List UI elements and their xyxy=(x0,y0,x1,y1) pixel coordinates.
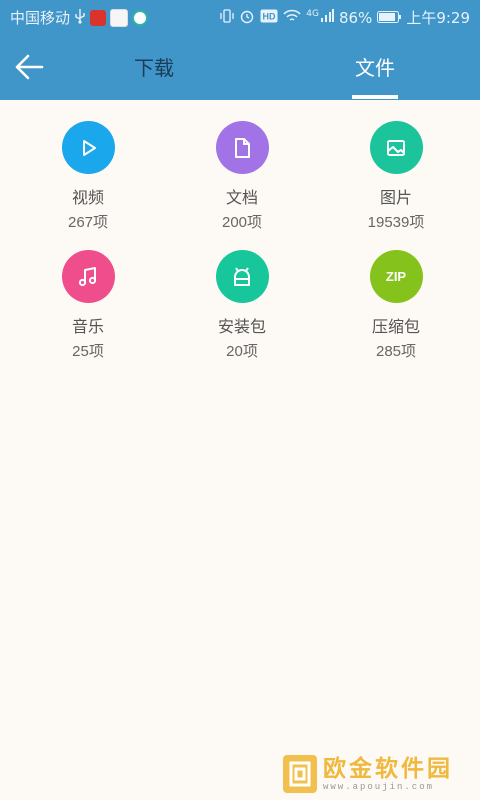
tab-download[interactable]: 下载 xyxy=(134,52,174,81)
watermark-name: 欧金软件园 xyxy=(323,756,453,782)
document-icon-circle xyxy=(215,121,269,174)
watermark: 欧金软件园 www.apoujin.com xyxy=(283,748,480,800)
usb-icon xyxy=(74,8,86,28)
category-count: 19539项 xyxy=(367,214,425,231)
zip-icon: ZIP xyxy=(385,269,407,284)
image-icon-circle xyxy=(369,121,423,174)
category-label: 压缩包 xyxy=(371,319,420,336)
battery-percent: 86% xyxy=(338,8,373,27)
category-count: 285项 xyxy=(375,343,417,360)
music-icon-circle xyxy=(61,250,115,303)
category-count: 267项 xyxy=(67,214,109,231)
category-label: 音乐 xyxy=(71,319,104,336)
tab-file[interactable]: 文件 xyxy=(352,52,398,81)
svg-text:HD: HD xyxy=(263,11,276,21)
active-tab-indicator xyxy=(352,95,398,99)
document-icon xyxy=(235,137,250,158)
category-count: 20项 xyxy=(226,343,258,360)
category-video[interactable]: 视频 267项 xyxy=(8,121,168,232)
category-label: 视频 xyxy=(71,190,104,207)
play-icon xyxy=(83,139,96,156)
image-icon xyxy=(387,139,405,156)
hd-icon: HD xyxy=(260,9,278,27)
category-label: 图片 xyxy=(379,190,412,207)
category-label: 安装包 xyxy=(217,319,266,336)
category-document[interactable]: 文档 200项 xyxy=(162,121,322,232)
notification-app-icon xyxy=(132,9,149,26)
back-arrow-icon xyxy=(15,54,44,80)
category-label: 文档 xyxy=(225,190,258,207)
category-apk[interactable]: 安装包 20项 xyxy=(162,250,322,361)
category-image[interactable]: 图片 19539项 xyxy=(316,121,476,232)
vibrate-icon xyxy=(220,8,234,28)
apk-icon-circle xyxy=(215,250,269,303)
toolbar: 下载 文件 xyxy=(0,34,480,100)
category-count: 200项 xyxy=(221,214,263,231)
notification-app-icon xyxy=(110,8,129,27)
app-header: 中国移动 HD 4G 86% 上午9:29 下载 文件 xyxy=(0,0,480,100)
video-icon-circle xyxy=(61,121,115,174)
clock: 上午9:29 xyxy=(406,9,470,27)
category-music[interactable]: 音乐 25项 xyxy=(8,250,168,361)
network-type-label: 4G xyxy=(306,8,319,19)
alarm-icon xyxy=(239,8,255,28)
category-count: 25项 xyxy=(72,343,104,360)
wifi-icon xyxy=(283,9,301,27)
status-bar: 中国移动 HD 4G 86% 上午9:29 xyxy=(0,0,480,34)
back-button[interactable] xyxy=(12,50,48,84)
signal-icon xyxy=(320,8,334,27)
music-icon xyxy=(78,266,97,286)
watermark-logo-icon xyxy=(283,755,317,793)
carrier-name: 中国移动 xyxy=(10,9,71,27)
android-icon xyxy=(234,266,250,286)
archive-icon-circle: ZIP xyxy=(369,250,423,303)
category-archive[interactable]: ZIP 压缩包 285项 xyxy=(316,250,476,361)
notification-app-icon xyxy=(90,9,107,26)
watermark-url: www.apoujin.com xyxy=(323,782,435,792)
battery-icon xyxy=(377,9,402,27)
